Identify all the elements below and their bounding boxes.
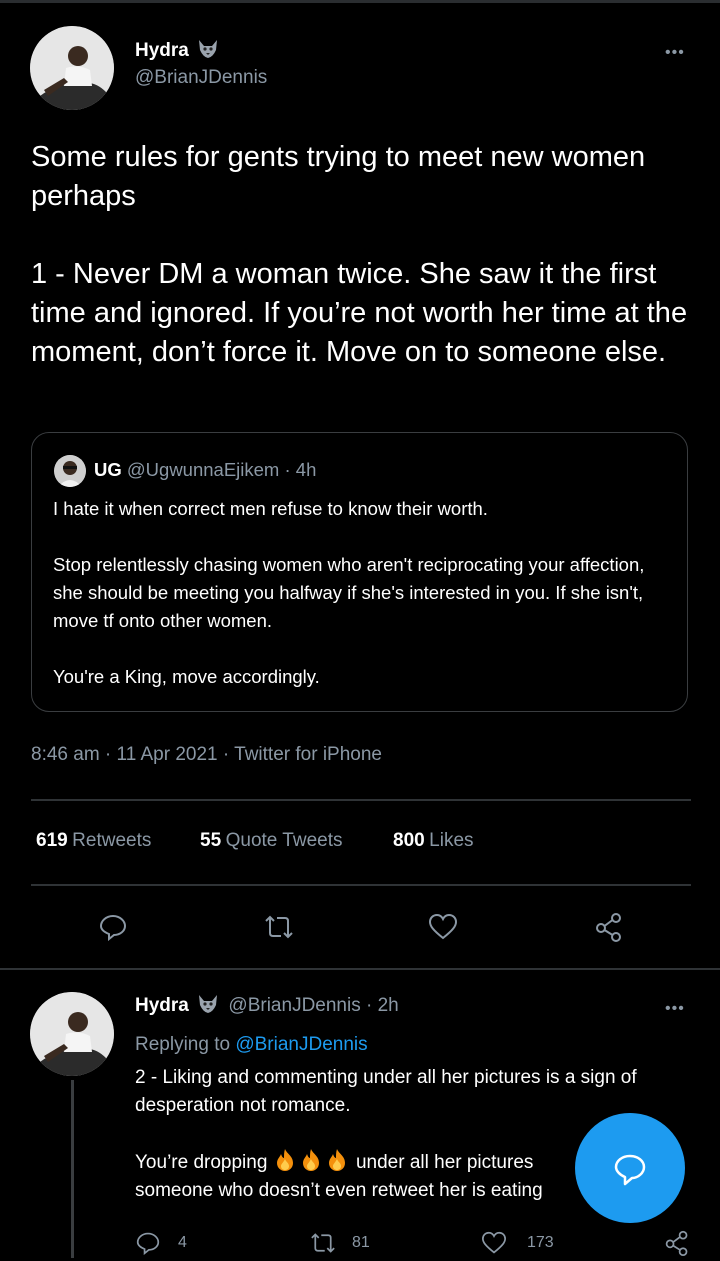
author-handle[interactable]: @BrianJDennis [135,67,267,89]
reply-author-handle[interactable]: @BrianJDennis [228,995,360,1016]
retweet-icon [265,915,293,939]
reply-likes-count: 173 [527,1234,554,1251]
quotes-label: Quote Tweets [225,830,343,851]
quoted-avatar [54,455,86,487]
wolf-emoji-icon [197,994,219,1020]
reply-retweet-button[interactable]: 81 [308,1231,370,1255]
quoted-header: UG @UgwunnaEjikem · 4h [94,459,316,481]
reply-avatar[interactable] [30,992,114,1076]
share-icon [665,1230,688,1256]
reply-line-text: You’re dropping [135,1152,268,1173]
thread-line [71,1080,74,1258]
reply-like-button[interactable]: 173 [481,1231,554,1255]
author-name[interactable]: Hydra [135,39,219,65]
fire-emoji-icon [276,1149,293,1171]
compose-button[interactable] [575,1113,685,1223]
reply-icon [99,914,127,942]
reply-header: Hydra @BrianJDennis · 2h [135,994,399,1020]
heart-icon [428,913,458,940]
top-border [0,0,720,3]
likes-count: 800 [393,830,425,851]
reply-retweets-count: 81 [352,1234,370,1251]
replying-to-handle[interactable]: @BrianJDennis [235,1034,367,1055]
reply-time: · 2h [366,995,399,1016]
reply-more-options-icon[interactable]: ••• [665,1000,685,1018]
reply-line: 2 - Liking and commenting under all her … [135,1067,637,1088]
divider [31,799,691,801]
retweets-count: 619 [36,830,68,851]
tweet-text: Some rules for gents trying to meet new … [31,141,688,368]
quoted-tweet[interactable]: UG @UgwunnaEjikem · 4h I hate it when co… [31,432,688,712]
author-name-text[interactable]: Hydra [135,40,189,61]
fire-emoji-icon [328,1149,345,1171]
quoted-time: · 4h [284,459,317,480]
quoted-author-handle: @UgwunnaEjikem [126,459,280,480]
retweets-stat[interactable]: 619 Retweets [36,830,151,852]
reply-share-button[interactable] [664,1230,690,1261]
quoted-text: I hate it when correct men refuse to kno… [53,498,645,687]
fire-emoji-icon [302,1149,319,1171]
reply-line-text: under all her pictures [355,1152,534,1173]
reply-icon [136,1232,160,1255]
compose-reply-icon [614,1154,646,1186]
replying-to: Replying to @BrianJDennis [135,1034,368,1056]
avatar-image [30,26,114,110]
tweet-timestamp[interactable]: 8:46 am · 11 Apr 2021 · Twitter for iPho… [31,744,382,766]
replying-to-prefix: Replying to [135,1034,231,1055]
fire-emoji-icons [273,1149,356,1173]
reply-author-name[interactable]: Hydra [135,995,189,1016]
reply-reply-button[interactable]: 4 [136,1231,187,1255]
likes-stat[interactable]: 800 Likes [393,830,474,852]
wolf-emoji-icon [197,39,219,65]
heart-icon [481,1231,507,1254]
section-divider [0,968,720,970]
avatar[interactable] [30,26,114,110]
reply-replies-count: 4 [178,1234,187,1251]
retweets-label: Retweets [72,830,152,851]
quote-tweets-stat[interactable]: 55 Quote Tweets [200,830,342,852]
quoted-author-name: UG [94,459,122,480]
retweet-button[interactable] [262,913,296,946]
share-icon [596,913,621,942]
reply-avatar-image [30,992,114,1076]
like-button[interactable] [428,913,458,946]
reply-button[interactable] [99,913,127,946]
more-options-icon[interactable]: ••• [665,44,685,62]
quoted-avatar-image [54,455,86,487]
quotes-count: 55 [200,830,222,851]
likes-label: Likes [429,830,474,851]
retweet-icon [311,1233,335,1253]
share-button[interactable] [594,912,624,947]
divider [31,884,691,886]
